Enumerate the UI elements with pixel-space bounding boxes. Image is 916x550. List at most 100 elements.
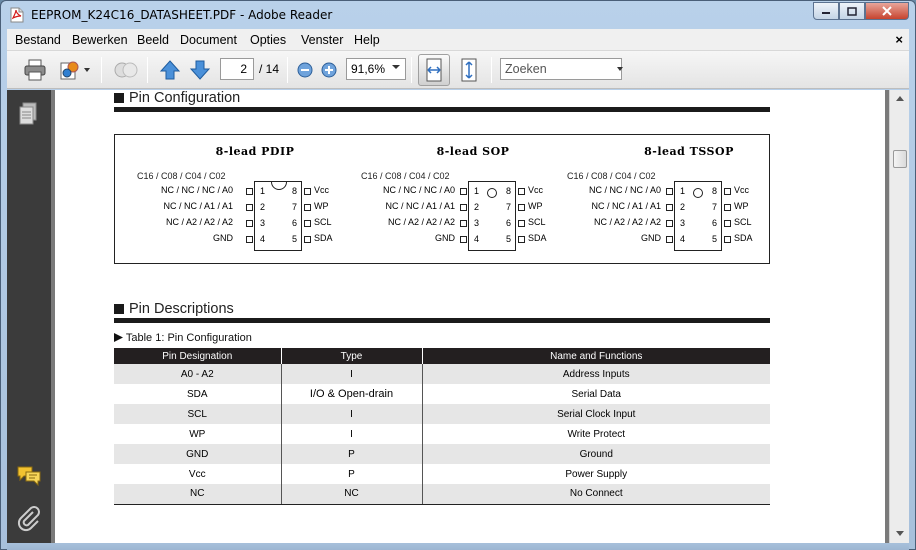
app-window: EEPROM_K24C16_DATASHEET.PDF - Adobe Read… (0, 0, 916, 550)
fit-width-icon (426, 58, 442, 82)
maximize-icon (847, 6, 857, 16)
pin-pad (724, 220, 731, 227)
page-number-input[interactable]: 2 (220, 58, 254, 80)
menu-bestand[interactable]: Bestand (15, 33, 61, 47)
fit-width-button[interactable] (418, 54, 450, 86)
table-cell: Ground (422, 444, 770, 464)
pin-header: C16 / C08 / C04 / C02 (567, 171, 656, 181)
table-cell: I (281, 364, 423, 384)
pin-number: 7 (506, 202, 512, 212)
pin-pad (304, 220, 311, 227)
pin-8-label: Vcc (528, 185, 544, 195)
pin-7-label: WP (314, 201, 329, 211)
table-row: NC NC No Connect (114, 484, 770, 505)
menu-help[interactable]: Help (354, 33, 380, 47)
menu-beeld[interactable]: Beeld (137, 33, 169, 47)
table-cell: P (281, 464, 423, 484)
table-cell: SCL (114, 404, 282, 424)
close-window-button[interactable] (865, 2, 909, 20)
scroll-up-icon[interactable] (896, 96, 904, 101)
vertical-scrollbar[interactable] (889, 90, 909, 543)
paperclip-icon[interactable] (17, 506, 41, 532)
table-cell: Serial Clock Input (422, 404, 770, 424)
pin-3-label: NC / A2 / A2 / A2 (387, 217, 455, 227)
section-title-pin-descriptions: Pin Descriptions (129, 301, 234, 317)
menu-venster[interactable]: Venster (301, 33, 343, 47)
window-controls (813, 2, 909, 20)
pin-number: 6 (506, 218, 512, 228)
close-document-button[interactable]: × (895, 32, 903, 47)
section-heading: Pin Configuration (114, 90, 240, 106)
pages-panel-icon[interactable] (18, 102, 38, 126)
pin-pad (246, 220, 253, 227)
pin-pad (246, 188, 253, 195)
zoom-out-button[interactable] (295, 57, 315, 83)
menu-bewerken[interactable]: Bewerken (72, 33, 128, 47)
pin-6-label: SCL (314, 217, 332, 227)
pin-number: 2 (260, 202, 266, 212)
table-cell: Vcc (114, 464, 282, 484)
pin-4-label: GND (435, 233, 455, 243)
minimize-icon (822, 12, 830, 14)
search-dropdown-icon[interactable] (617, 67, 623, 71)
zoom-level-input[interactable]: 91,6% (346, 58, 406, 80)
table-row: WP I Write Protect (114, 424, 770, 444)
collaborate-button[interactable] (111, 57, 141, 83)
pin-pad (666, 236, 673, 243)
arrow-down-icon (189, 60, 211, 80)
pin-number: 3 (260, 218, 266, 228)
table-cell: I (281, 404, 423, 424)
share-button[interactable] (57, 57, 91, 83)
table-cell: NC (281, 484, 423, 505)
pin-4-label: GND (641, 233, 661, 243)
triangle-bullet-icon (114, 333, 123, 342)
pin-number: 3 (474, 218, 480, 228)
title-bar[interactable]: EEPROM_K24C16_DATASHEET.PDF - Adobe Read… (1, 1, 915, 29)
table-cell: Address Inputs (422, 364, 770, 384)
table-cell: A0 - A2 (114, 364, 282, 384)
zoom-in-button[interactable] (319, 57, 339, 83)
window-bottom-border (7, 543, 909, 550)
scroll-thumb[interactable] (893, 150, 907, 168)
menu-document[interactable]: Document (180, 33, 237, 47)
pin-number: 5 (506, 234, 512, 244)
table-cell: Power Supply (565, 468, 628, 480)
pin-8-label: Vcc (314, 185, 330, 195)
pin-2-label: NC / NC / A1 / A1 (385, 201, 455, 211)
table-row: SDA I/O & Open-drain Serial Data (114, 384, 770, 404)
next-page-button[interactable] (187, 57, 213, 83)
pin-pad (246, 204, 253, 211)
print-button[interactable] (21, 57, 49, 83)
zoom-dropdown-icon[interactable] (392, 65, 400, 69)
pin-number: 1 (260, 186, 266, 196)
document-viewport[interactable]: Pin Configuration 8-lead PDIP C16 / C08 … (51, 90, 889, 543)
previous-page-button[interactable] (157, 57, 183, 83)
toolbar-separator (147, 57, 148, 83)
table-header-row: Pin Designation Type Name and Functions (114, 348, 770, 364)
scroll-down-icon[interactable] (896, 531, 904, 536)
fit-page-button[interactable] (455, 57, 483, 83)
pin-pad (666, 220, 673, 227)
share-dropdown-icon (84, 68, 90, 72)
share-icon (60, 61, 79, 80)
maximize-button[interactable] (839, 2, 865, 20)
search-input[interactable]: Zoeken (500, 58, 622, 80)
minimize-button[interactable] (813, 2, 839, 20)
pin-number: 6 (712, 218, 718, 228)
pin-pad (518, 236, 525, 243)
pin-pad (460, 236, 467, 243)
table-row: SCL I Serial Clock Input (114, 404, 770, 424)
section-heading: Pin Descriptions (114, 301, 234, 317)
pin-number: 7 (712, 202, 718, 212)
pin-2-label: NC / NC / A1 / A1 (591, 201, 661, 211)
pin-4-label: GND (213, 233, 233, 243)
menu-opties[interactable]: Opties (250, 33, 286, 47)
table-cell: Write Protect (567, 428, 626, 440)
collaborate-icon (114, 62, 138, 78)
toolbar-separator (287, 57, 288, 83)
comments-icon[interactable] (16, 465, 42, 487)
pin-1-label: NC / NC / NC / A0 (382, 185, 455, 195)
pin-5-label: SDA (314, 233, 333, 243)
pin-pad (460, 188, 467, 195)
pin-number: 4 (680, 234, 686, 244)
